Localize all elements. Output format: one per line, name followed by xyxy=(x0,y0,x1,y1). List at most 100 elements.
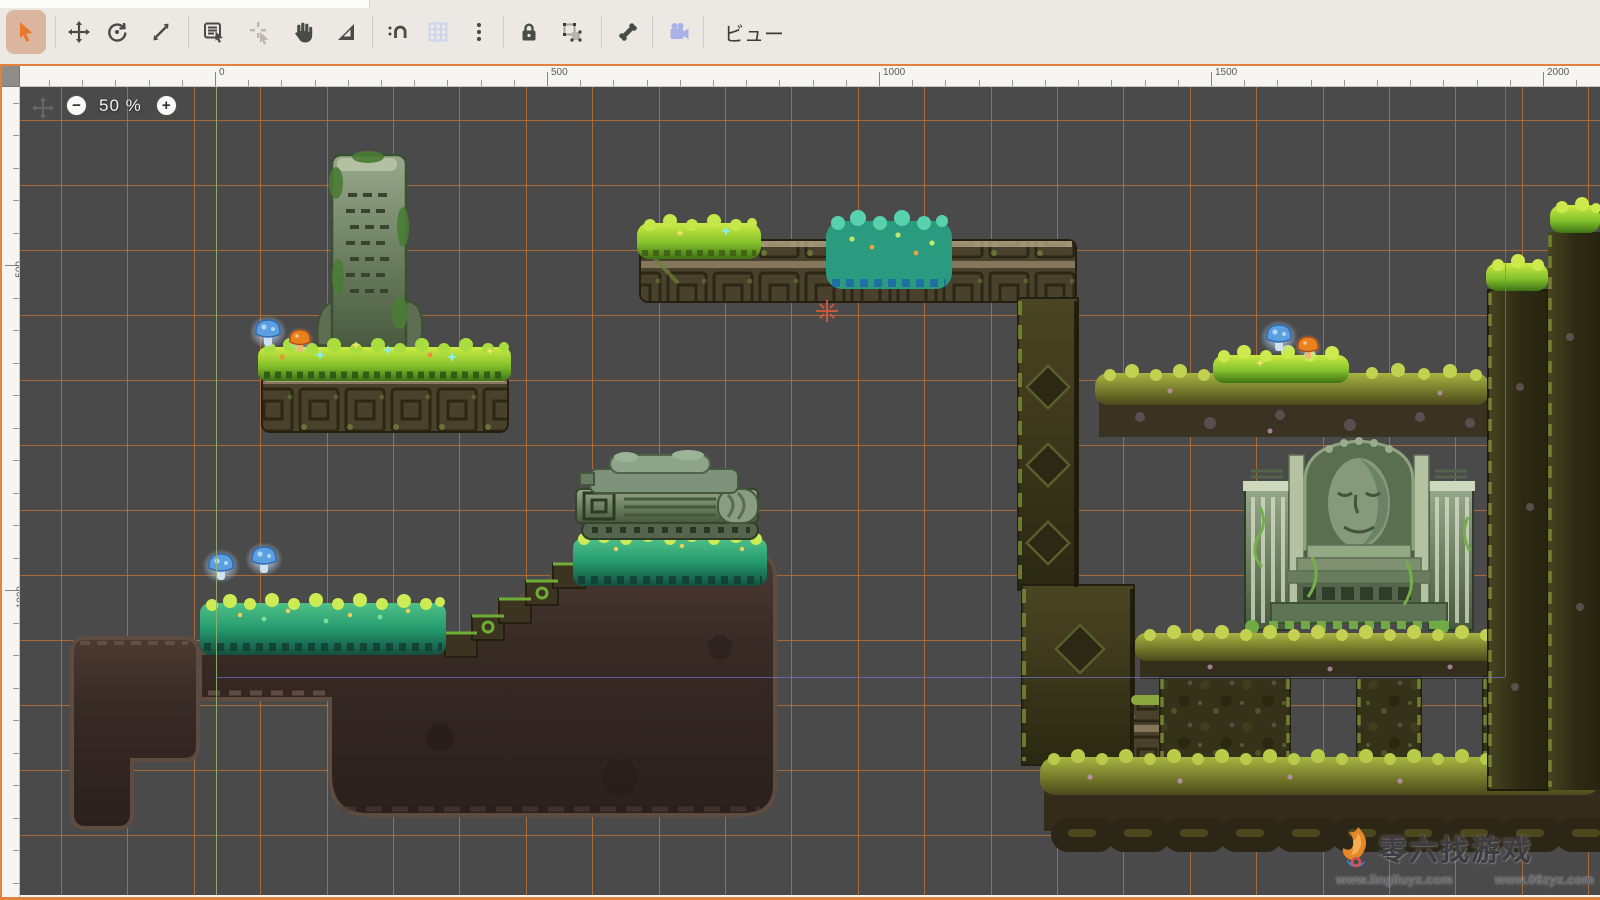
ruler-tick xyxy=(779,80,780,86)
move-icon xyxy=(66,19,92,45)
stone-tank-ruin[interactable] xyxy=(576,450,758,539)
glow-mushroom-blue[interactable] xyxy=(202,549,240,583)
right-wall[interactable] xyxy=(1486,197,1600,790)
lock-icon xyxy=(516,19,542,45)
ruler-tick xyxy=(13,785,19,786)
ruler-tick xyxy=(1244,80,1245,86)
ruler-tick xyxy=(182,80,183,86)
watermark-flame-icon xyxy=(1334,825,1378,871)
cave-mass[interactable] xyxy=(200,555,775,815)
teal-grass-platform-left[interactable] xyxy=(200,593,446,655)
teal-bush[interactable] xyxy=(826,210,952,289)
ruler-tick xyxy=(746,80,747,86)
ruler-tick xyxy=(1178,80,1179,86)
move-tool-button[interactable] xyxy=(59,10,99,54)
ruler-corner[interactable] xyxy=(2,66,20,87)
horizontal-ruler[interactable]: 0 500 1000 1500 2000 xyxy=(20,66,1600,87)
ungroup-object-button[interactable] xyxy=(552,10,592,54)
ruler-tick xyxy=(580,80,581,86)
ruler-tick xyxy=(13,233,19,234)
select-arrow-icon xyxy=(13,19,39,45)
ruler-label: 500 xyxy=(551,67,568,78)
grass-mound[interactable] xyxy=(637,214,761,259)
pan-tool-button[interactable] xyxy=(282,10,322,54)
ruler-tick xyxy=(1543,72,1544,86)
ruler-tick xyxy=(13,850,19,851)
snap-position-icon xyxy=(247,19,273,45)
zoom-in-button[interactable]: + xyxy=(156,95,177,116)
rotate-tool-button[interactable] xyxy=(97,10,137,54)
glow-mushroom-blue[interactable] xyxy=(245,542,283,576)
ruler-tick xyxy=(945,80,946,86)
ruler-tick xyxy=(680,80,681,86)
ruler-tick xyxy=(149,80,150,86)
ruler-tick xyxy=(1211,72,1212,86)
list-select-tool-button[interactable] xyxy=(194,10,234,54)
ruler-tick xyxy=(13,525,19,526)
ruler-tool-button[interactable] xyxy=(326,10,366,54)
magnet-icon xyxy=(384,19,410,45)
mushroom-orange[interactable] xyxy=(286,327,314,353)
glow-mushroom-blue[interactable] xyxy=(1260,320,1298,354)
glow-mushroom-blue[interactable] xyxy=(249,315,287,349)
watermark-url-left: www.lingliuyx.com xyxy=(1336,872,1453,887)
ruler-tick xyxy=(13,103,19,104)
ruler-tick xyxy=(647,80,648,86)
ruler-tick xyxy=(1078,80,1079,86)
scale-tool-button[interactable] xyxy=(141,10,181,54)
editor-toolbar: ビュー xyxy=(0,0,1600,64)
ruler-tick xyxy=(13,428,19,429)
ruler-tick xyxy=(547,72,548,86)
left-bracket-rock[interactable] xyxy=(72,638,198,828)
ruler-tick xyxy=(1277,80,1278,86)
ruler-tick xyxy=(514,80,515,86)
ruler-tick xyxy=(13,460,19,461)
bone-tool-button[interactable] xyxy=(608,10,648,54)
below-statue-platform[interactable] xyxy=(1135,625,1505,679)
ruler-tick xyxy=(248,80,249,86)
snap-position-tool-button[interactable] xyxy=(240,10,280,54)
ruler-tick xyxy=(912,80,913,86)
ruler-label: 2000 xyxy=(1547,67,1569,78)
ruler-tick xyxy=(13,720,19,721)
vertical-ruler[interactable]: 5001000 xyxy=(2,87,20,897)
smart-snap-button[interactable] xyxy=(377,10,417,54)
ruler-tick xyxy=(1145,80,1146,86)
scene-canvas[interactable]: − 50 % + 零六找游戏 www.l xyxy=(20,87,1600,895)
select-tool-button[interactable] xyxy=(6,10,46,54)
watermark: 零六找游戏 www.lingliuyx.com www.06zyx.com xyxy=(1334,825,1596,887)
ruler-tick xyxy=(13,818,19,819)
zoom-controls: − 50 % + xyxy=(66,95,177,116)
ruler-tick xyxy=(414,80,415,86)
ruler-tick xyxy=(13,363,19,364)
ruler-tick xyxy=(1410,80,1411,86)
scale-icon xyxy=(148,19,174,45)
ruler-tick xyxy=(1311,80,1312,86)
toolbar-separator xyxy=(652,16,653,48)
snap-options-menu-button[interactable] xyxy=(459,10,499,54)
camera-icon xyxy=(666,19,692,45)
zoom-out-button[interactable]: − xyxy=(66,95,87,116)
ruler-label: 1000 xyxy=(883,67,905,78)
lock-object-button[interactable] xyxy=(509,10,549,54)
ruler-label: 1500 xyxy=(1215,67,1237,78)
tab-strip xyxy=(0,0,370,8)
ruler-tick xyxy=(115,80,116,86)
three-dots-icon xyxy=(466,19,492,45)
camera-override-button[interactable] xyxy=(659,10,699,54)
scene-viewport: 0500100015002000 5001000 xyxy=(0,64,1600,900)
stone-face-statue[interactable] xyxy=(1243,437,1475,635)
toolbar-separator xyxy=(703,16,704,48)
ruler-tick xyxy=(846,80,847,86)
descending-column[interactable] xyxy=(1018,298,1134,765)
ruler-tick xyxy=(281,80,282,86)
view-menu-button[interactable]: ビュー xyxy=(716,14,792,50)
ruler-tick xyxy=(13,135,19,136)
ruler-label: 0 xyxy=(219,67,225,78)
mushroom-orange[interactable] xyxy=(1294,334,1322,360)
grid-snap-button[interactable] xyxy=(418,10,458,54)
ruler-tick xyxy=(13,298,19,299)
zoom-percent-label[interactable]: 50 % xyxy=(99,96,142,116)
minus-icon: − xyxy=(72,98,81,113)
mossy-monolith[interactable] xyxy=(329,151,409,351)
